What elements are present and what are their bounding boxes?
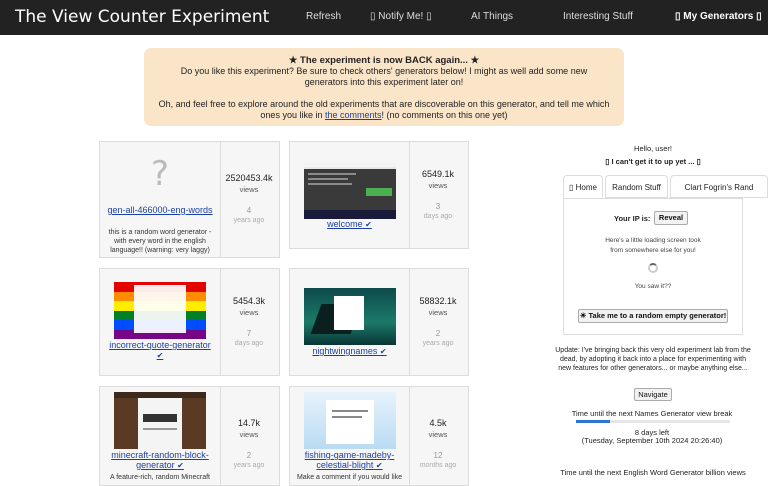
views-label: views <box>428 430 448 439</box>
hello-text: Hello, user! <box>634 144 672 153</box>
generator-link[interactable]: nightwingnames ✔ <box>294 346 405 357</box>
random-generator-button[interactable]: ☀ Take me to a random empty generator! <box>578 309 728 323</box>
age-unit: months ago <box>419 462 457 469</box>
nav-notify-me[interactable]: ▯ Notify Me! ▯ <box>370 11 432 22</box>
age-number: 2 <box>246 451 252 460</box>
timer1-progress-fill <box>576 420 610 423</box>
age-unit: years ago <box>233 462 265 469</box>
generator-link[interactable]: gen-all-466000-eng-words <box>104 205 216 215</box>
navigate-button[interactable]: Navigate <box>634 388 672 401</box>
generator-thumbnail[interactable] <box>304 162 396 219</box>
generator-card: fishing-game-madeby-celestial-blight ✔ M… <box>289 386 469 486</box>
brand-title[interactable]: The View Counter Experiment <box>15 7 269 27</box>
generator-card: incorrect-quote-generator ✔ 5454.3k views… <box>99 268 280 376</box>
generator-card: welcome ✔ 6549.1k views 3 days ago <box>289 141 469 249</box>
timer1-progress-bar <box>576 420 730 423</box>
ip-label: Your IP is: <box>614 214 651 223</box>
views-label: views <box>428 181 448 190</box>
age-unit: years ago <box>422 340 454 347</box>
views-label: views <box>428 308 448 317</box>
generator-thumbnail[interactable] <box>114 392 206 449</box>
age-unit: days ago <box>234 340 264 347</box>
nav-interesting-stuff[interactable]: Interesting Stuff <box>563 11 633 22</box>
age-unit: years ago <box>233 217 265 224</box>
announcement-alert: ★ The experiment is now BACK again... ★ … <box>144 48 624 126</box>
generator-link[interactable]: minecraft-random-block-generator ✔ <box>104 450 216 471</box>
age-unit: days ago <box>423 213 453 220</box>
timer2-label: Time until the next English Word Generat… <box>560 468 746 477</box>
generator-thumbnail[interactable] <box>304 392 396 449</box>
nav-refresh[interactable]: Refresh <box>306 11 341 22</box>
tab-clart-fogrin[interactable]: Clart Fogrin's Rand <box>670 175 768 198</box>
subtitle-text: ▯ I can't get it to up yet ... ▯ <box>605 157 701 166</box>
verified-check-icon: ✔ <box>379 347 387 356</box>
generator-thumbnail[interactable] <box>304 288 396 345</box>
generator-card: minecraft-random-block-generator ✔ A fea… <box>99 386 280 486</box>
saw-it-text: You saw it?? <box>634 283 672 290</box>
view-count: 4.5k <box>429 418 447 428</box>
alert-line1: Do you like this experiment? Be sure to … <box>180 66 588 87</box>
view-count: 5454.3k <box>232 296 266 306</box>
update-text: Update: I've bringing back this very old… <box>555 347 751 372</box>
loading-text-2: from somewhere else for you! <box>610 247 696 254</box>
generator-link[interactable]: fishing-game-madeby-celestial-blight ✔ <box>294 450 405 471</box>
navbar: The View Counter Experiment Refresh ▯ No… <box>0 0 768 35</box>
alert-headline: ★ The experiment is now BACK again... ★ <box>288 55 480 66</box>
age-number: 7 <box>246 329 252 338</box>
nav-ai-things[interactable]: AI Things <box>471 11 513 22</box>
age-number: 2 <box>435 329 441 338</box>
loading-text-1: Here's a little loading screen took <box>605 237 701 244</box>
view-count: 6549.1k <box>421 169 455 179</box>
view-count: 58832.1k <box>419 296 457 306</box>
generator-thumbnail[interactable] <box>114 282 206 339</box>
age-number: 4 <box>246 206 252 215</box>
verified-check-icon: ✔ <box>375 461 383 470</box>
views-label: views <box>239 430 259 439</box>
placeholder-icon: ? <box>150 154 170 194</box>
age-number: 12 <box>433 451 443 460</box>
timer1-label: Time until the next Names Generator view… <box>571 409 733 418</box>
generator-link[interactable]: welcome ✔ <box>294 219 405 230</box>
generator-link[interactable]: incorrect-quote-generator ✔ <box>104 340 216 361</box>
verified-check-icon: ✔ <box>156 351 164 360</box>
view-count: 14.7k <box>237 418 261 428</box>
nav-my-generators[interactable]: ▯ My Generators ▯ <box>675 11 762 22</box>
loading-spinner-icon <box>648 263 658 273</box>
views-label: views <box>239 185 259 194</box>
tab-random-stuff[interactable]: Random Stuff <box>605 175 668 198</box>
generator-description: A feature-rich, random Minecraft <box>110 474 210 481</box>
verified-check-icon: ✔ <box>365 220 372 229</box>
generator-card: ? gen-all-466000-eng-words this is a ran… <box>99 141 280 258</box>
view-count: 2520453.4k <box>225 173 273 183</box>
views-label: views <box>239 308 259 317</box>
generator-card: nightwingnames ✔ 58832.1k views 2 years … <box>289 268 469 376</box>
comments-link[interactable]: the comments <box>325 110 382 120</box>
verified-check-icon: ✔ <box>177 461 184 470</box>
generator-description: Make a comment if you would like <box>296 474 403 481</box>
timer1-date: (Tuesday, September 10th 2024 20:26:40) <box>581 436 723 445</box>
tab-home[interactable]: ▯ Home <box>563 175 603 198</box>
generator-description: this is a random word generator - with e… <box>108 229 212 254</box>
alert-line2: Oh, and feel free to explore around the … <box>158 99 610 120</box>
age-number: 3 <box>435 202 441 211</box>
reveal-button[interactable]: Reveal <box>654 211 688 225</box>
